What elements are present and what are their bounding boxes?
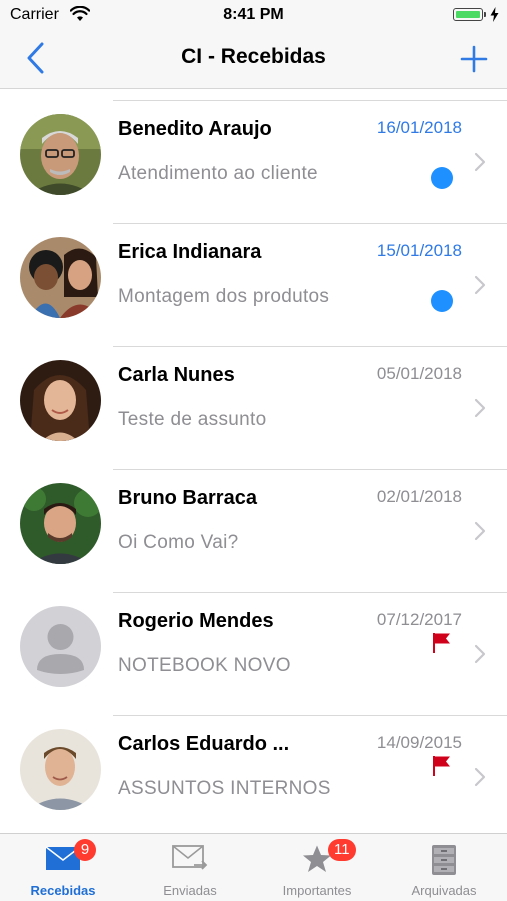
tab-label: Recebidas	[30, 883, 96, 898]
status-bar: Carrier 8:41 PM	[0, 0, 507, 30]
unread-indicator	[431, 167, 453, 189]
message-row-erica-indianara[interactable]: Erica Indianara 15/01/2018 Montagem dos …	[0, 223, 507, 346]
chevron-right-icon	[474, 767, 486, 787]
message-row-bruno-barraca[interactable]: Bruno Barraca 02/01/2018 Oi Como Vai?	[0, 469, 507, 592]
message-date: 05/01/2018	[376, 364, 462, 383]
chevron-right-icon	[474, 152, 486, 172]
sender-name: Carla Nunes	[118, 364, 235, 386]
unread-indicator	[431, 290, 453, 312]
sender-name: Rogerio Mendes	[118, 610, 274, 632]
message-subject: Atendimento ao cliente	[118, 163, 318, 184]
tab-bar: 9 Recebidas Enviadas 11 Importantes Arqu…	[0, 833, 507, 901]
sender-name: Erica Indianara	[118, 241, 262, 263]
message-date: 07/12/2017	[376, 610, 462, 629]
tab-recebidas[interactable]: 9 Recebidas	[0, 834, 126, 901]
tab-label: Arquivadas	[411, 883, 477, 898]
default-avatar	[20, 606, 101, 687]
message-list: Benedito Araujo 16/01/2018 Atendimento a…	[0, 100, 507, 838]
tab-enviadas[interactable]: Enviadas	[127, 834, 253, 901]
message-subject: Montagem dos produtos	[118, 286, 330, 307]
chevron-right-icon	[474, 275, 486, 295]
avatar	[20, 114, 101, 195]
clock: 8:41 PM	[223, 6, 284, 23]
message-subject: NOTEBOOK NOVO	[118, 655, 291, 676]
sent-mail-icon	[172, 845, 208, 870]
battery-icon	[453, 8, 483, 21]
avatar	[20, 483, 101, 564]
tab-label: Enviadas	[163, 883, 217, 898]
tab-importantes[interactable]: 11 Importantes	[254, 834, 380, 901]
flag-icon	[433, 756, 450, 776]
chevron-right-icon	[474, 521, 486, 541]
message-date: 14/09/2015	[376, 733, 462, 752]
tab-label: Importantes	[282, 883, 352, 898]
message-row-carlos-eduardo[interactable]: Carlos Eduardo ... 14/09/2015 ASSUNTOS I…	[0, 715, 507, 838]
charging-bolt-icon	[490, 7, 499, 22]
message-subject: Teste de assunto	[118, 409, 267, 430]
message-subject: ASSUNTOS INTERNOS	[118, 778, 331, 799]
badge-importantes: 11	[328, 839, 356, 861]
add-message-button[interactable]	[455, 40, 493, 78]
filing-cabinet-icon	[432, 845, 456, 875]
message-row-carla-nunes[interactable]: Carla Nunes 05/01/2018 Teste de assunto	[0, 346, 507, 469]
plus-icon	[460, 45, 488, 73]
chevron-right-icon	[474, 398, 486, 418]
message-row-benedito-araujo[interactable]: Benedito Araujo 16/01/2018 Atendimento a…	[0, 100, 507, 223]
navigation-bar: CI - Recebidas	[0, 30, 507, 89]
avatar	[20, 360, 101, 441]
avatar	[20, 729, 101, 810]
sender-name: Benedito Araujo	[118, 118, 272, 140]
avatar	[20, 237, 101, 318]
message-row-rogerio-mendes[interactable]: Rogerio Mendes 07/12/2017 NOTEBOOK NOVO	[0, 592, 507, 715]
battery-tip	[484, 12, 486, 17]
sender-name: Bruno Barraca	[118, 487, 257, 509]
message-date: 16/01/2018	[376, 118, 462, 137]
tab-arquivadas[interactable]: Arquivadas	[381, 834, 507, 901]
badge-recebidas: 9	[74, 839, 96, 861]
page-title: CI - Recebidas	[181, 45, 326, 68]
chevron-right-icon	[474, 644, 486, 664]
message-subject: Oi Como Vai?	[118, 532, 239, 553]
message-date: 02/01/2018	[376, 487, 462, 506]
message-date: 15/01/2018	[376, 241, 462, 260]
sender-name: Carlos Eduardo ...	[118, 733, 290, 755]
flag-icon	[433, 633, 450, 653]
